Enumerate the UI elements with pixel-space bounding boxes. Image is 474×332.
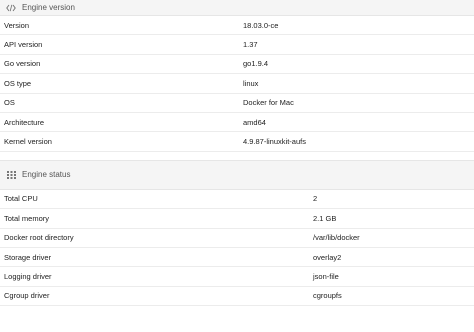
row-key: Total CPU — [4, 194, 38, 204]
row-value: Docker for Mac — [243, 98, 294, 108]
row-key: Docker root directory — [4, 233, 74, 243]
engine-status-title: Engine status — [22, 169, 71, 179]
table-row: OS Docker for Mac — [0, 94, 474, 113]
row-value: amd64 — [243, 117, 266, 127]
row-key: API version — [4, 40, 43, 50]
row-value: overlay2 — [313, 252, 342, 262]
row-value: 1.37 — [243, 40, 258, 50]
table-row: Docker root directory /var/lib/docker — [0, 229, 474, 248]
row-value: 18.03.0-ce — [243, 20, 279, 30]
row-value: 2 — [313, 194, 318, 204]
table-row: Total CPU 2 — [0, 190, 474, 210]
row-value: linux — [243, 78, 259, 88]
row-value: go1.9.4 — [243, 59, 269, 69]
engine-status-header: Engine status — [0, 159, 474, 190]
row-key: Storage driver — [4, 252, 52, 262]
table-row: Version 18.03.0-ce — [0, 16, 474, 36]
table-row: Logging driver json-file — [0, 267, 474, 287]
row-key: Logging driver — [4, 271, 52, 281]
table-row: Go version go1.9.4 — [0, 55, 474, 75]
row-key: OS — [4, 98, 15, 108]
row-key: Version — [4, 20, 30, 30]
engine-version-section: Engine version Version 18.03.0-ce API ve… — [0, 0, 474, 152]
grid-icon — [6, 170, 16, 180]
row-value: 4.9.87-linuxkit-aufs — [243, 137, 306, 147]
row-value: 2.1 GB — [313, 213, 337, 223]
row-key: Go version — [4, 59, 41, 69]
engine-status-section: Engine status Total CPU 2 Total memory 2… — [0, 159, 474, 307]
row-key: Total memory — [4, 213, 50, 223]
engine-version-header: Engine version — [0, 0, 474, 16]
row-key: OS type — [4, 78, 32, 88]
row-key: Architecture — [4, 117, 45, 127]
table-row: OS type linux — [0, 74, 474, 94]
engine-status-table: Total CPU 2 Total memory 2.1 GB Docker r… — [0, 190, 474, 307]
table-row: Cgroup driver cgroupfs — [0, 287, 474, 307]
table-row: Architecture amd64 — [0, 113, 474, 133]
table-row: Storage driver overlay2 — [0, 248, 474, 268]
row-key: Kernel version — [4, 137, 52, 147]
row-value: cgroupfs — [313, 291, 342, 301]
table-row: Total memory 2.1 GB — [0, 209, 474, 229]
row-value: json-file — [313, 271, 339, 281]
row-value: /var/lib/docker — [313, 233, 360, 243]
table-row: Kernel version 4.9.87-linuxkit-aufs — [0, 132, 474, 152]
engine-version-table: Version 18.03.0-ce API version 1.37 Go v… — [0, 16, 474, 152]
engine-version-title: Engine version — [22, 2, 75, 12]
row-key: Cgroup driver — [4, 291, 50, 301]
code-icon — [6, 3, 16, 13]
table-row: API version 1.37 — [0, 35, 474, 55]
